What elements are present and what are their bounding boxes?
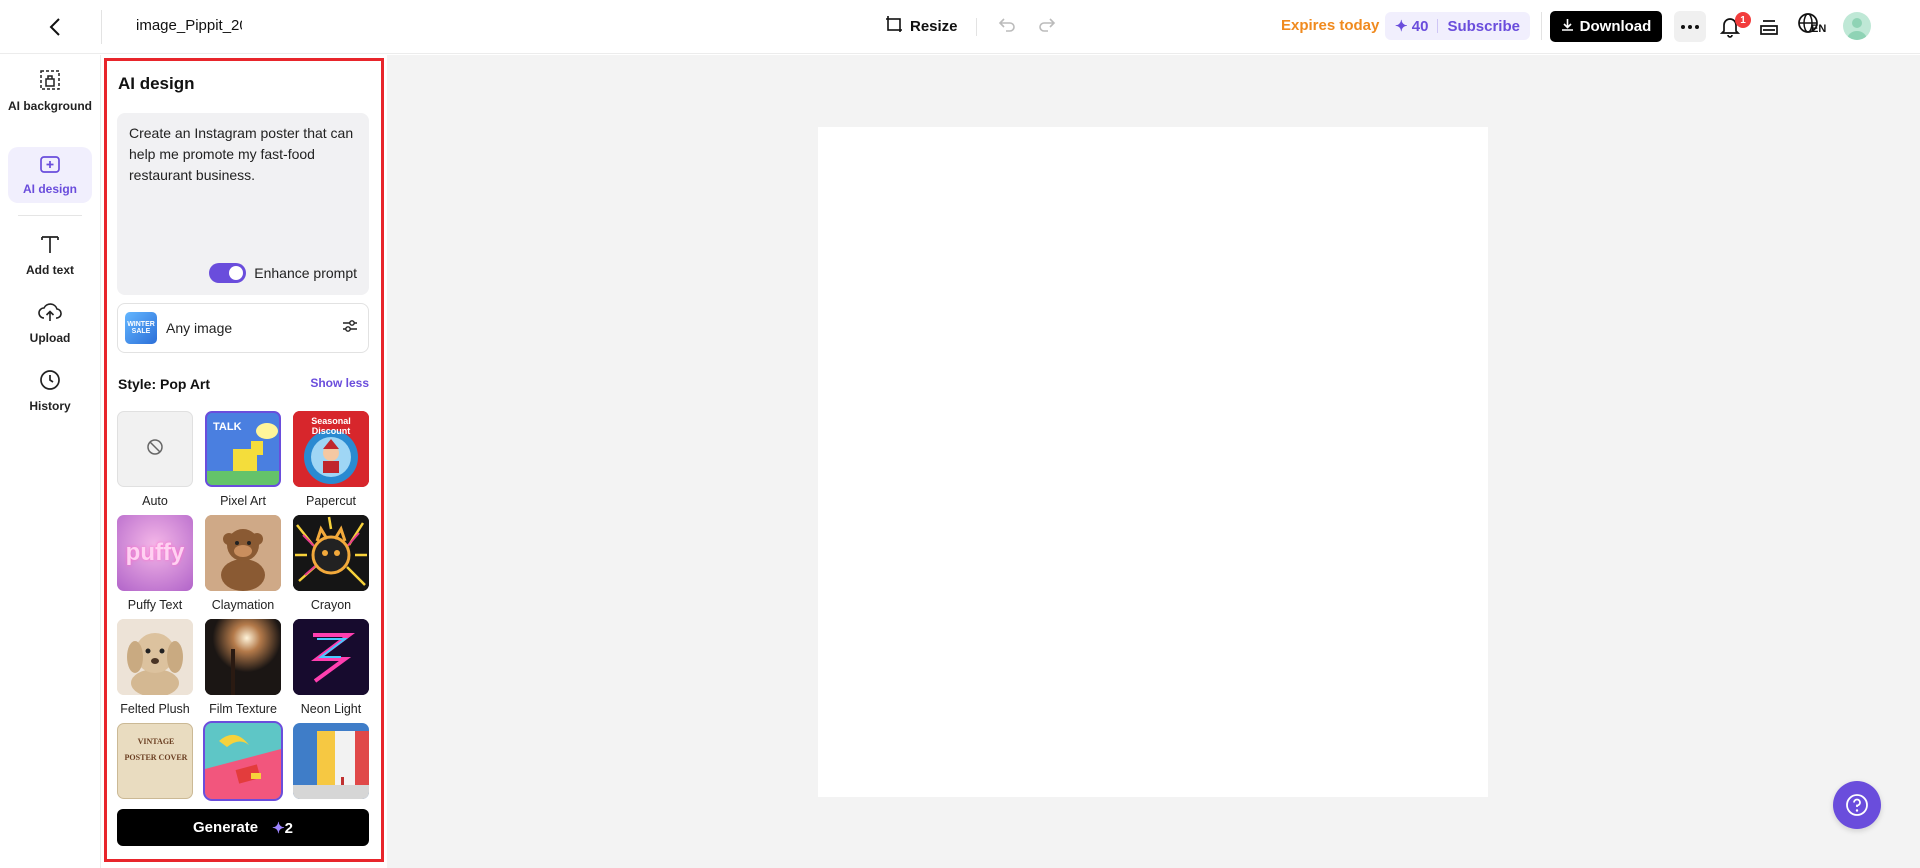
download-label: Download — [1579, 18, 1652, 35]
sparkle-icon: ✦ — [272, 819, 285, 837]
image-type-thumbnail: WINTER SALE — [125, 312, 157, 344]
rail-item-add-text[interactable]: Add text — [8, 233, 92, 281]
style-tile-neon-light[interactable]: Neon Light — [293, 619, 369, 716]
style-tile-claymation[interactable]: Claymation — [205, 515, 281, 612]
style-tile-puffy-text[interactable]: puffy Puffy Text — [117, 515, 193, 612]
image-type-label: Any image — [166, 320, 233, 336]
style-thumbnail: Seasonal Discount — [293, 411, 369, 487]
rail-item-upload[interactable]: Upload — [8, 301, 92, 349]
avatar[interactable] — [1843, 12, 1871, 40]
style-tile-vintage[interactable]: VINTAGE POSTER COVER — [117, 723, 193, 799]
enhance-prompt-row: Enhance prompt — [209, 263, 357, 283]
style-tile-crayon[interactable]: Crayon — [293, 515, 369, 612]
style-tile-film-texture[interactable]: Film Texture — [205, 619, 281, 716]
more-options-icon[interactable] — [1674, 11, 1706, 42]
rail-item-label: Add text — [26, 263, 74, 277]
credits-pill[interactable]: ✦ 40 Subscribe — [1385, 12, 1530, 40]
top-bar: image_Pippit_20 Resize Expires today ✦ 4… — [0, 0, 1920, 54]
resize-label: Resize — [910, 17, 958, 35]
style-thumbnail: TALK — [205, 411, 281, 487]
style-thumbnail — [293, 723, 369, 799]
divider — [1541, 12, 1542, 40]
left-rail: AI background AI design Add text Upload … — [0, 55, 101, 868]
style-caption: Film Texture — [209, 702, 277, 716]
layers-icon[interactable] — [1756, 14, 1782, 40]
back-arrow-icon[interactable] — [42, 14, 68, 40]
style-thumbnail — [205, 515, 281, 591]
prompt-input[interactable]: Create an Instagram poster that can help… — [117, 113, 369, 295]
rail-item-ai-design[interactable]: AI design — [8, 147, 92, 203]
text-icon — [39, 233, 61, 259]
download-icon — [1561, 18, 1574, 35]
style-tile-pop-art[interactable] — [203, 721, 283, 801]
enhance-prompt-toggle[interactable] — [209, 263, 247, 283]
ai-design-panel: AI design Create an Instagram poster tha… — [104, 58, 384, 862]
style-thumbnail: puffy — [117, 515, 193, 591]
style-tile-auto[interactable]: Auto — [117, 411, 193, 508]
history-icon — [39, 369, 61, 395]
rail-item-label: Upload — [29, 331, 71, 345]
style-thumbnail — [203, 721, 283, 801]
style-caption: Crayon — [310, 598, 352, 612]
design-canvas[interactable] — [818, 127, 1488, 797]
style-caption: Felted Plush — [120, 702, 190, 716]
style-thumbnail: VINTAGE POSTER COVER — [117, 723, 193, 799]
style-thumbnail — [293, 515, 369, 591]
expires-label[interactable]: Expires today — [1281, 17, 1379, 34]
rail-item-label: AI background — [8, 99, 93, 113]
enhance-prompt-label: Enhance prompt — [254, 265, 357, 281]
style-caption: Puffy Text — [127, 598, 183, 612]
subscribe-link[interactable]: Subscribe — [1447, 18, 1520, 35]
generate-button[interactable]: Generate ✦2 — [117, 809, 369, 846]
style-caption: Auto — [142, 494, 168, 508]
no-style-icon — [146, 438, 164, 461]
rail-item-ai-background[interactable]: AI background — [8, 69, 92, 129]
divider — [976, 18, 977, 36]
resize-icon — [885, 15, 903, 37]
rail-item-label: AI design — [22, 182, 77, 196]
rail-item-history[interactable]: History — [8, 369, 92, 417]
upload-icon — [38, 301, 62, 327]
generate-label: Generate — [193, 819, 259, 836]
undo-icon[interactable] — [996, 14, 1018, 36]
download-button[interactable]: Download — [1550, 11, 1662, 42]
style-caption: Neon Light — [300, 702, 362, 716]
rail-item-label: History — [29, 399, 71, 413]
prompt-text[interactable]: Create an Instagram poster that can help… — [129, 123, 361, 186]
divider — [18, 215, 82, 216]
style-tile-minimal[interactable] — [293, 723, 369, 799]
credits-count: ✦ 40 — [1395, 18, 1429, 35]
settings-sliders-icon[interactable] — [342, 319, 358, 338]
style-tile-felted-plush[interactable]: Felted Plush — [117, 619, 193, 716]
file-name[interactable]: image_Pippit_20 — [136, 17, 242, 34]
divider — [1437, 19, 1439, 33]
style-tile-pixel-art[interactable]: TALK Pixel Art — [205, 411, 281, 508]
style-thumbnail — [117, 411, 193, 487]
language-code: EN — [1811, 23, 1827, 35]
image-type-selector[interactable]: WINTER SALE Any image — [117, 303, 369, 353]
style-caption: Papercut — [305, 494, 357, 508]
style-label: Style: Pop Art — [118, 376, 211, 392]
divider — [101, 10, 102, 44]
help-icon[interactable] — [1833, 781, 1881, 829]
ai-background-icon — [39, 69, 61, 95]
style-tile-papercut[interactable]: Seasonal Discount Papercut — [293, 411, 369, 508]
ai-design-icon — [39, 154, 61, 178]
redo-icon[interactable] — [1036, 14, 1058, 36]
style-caption: Pixel Art — [220, 494, 266, 508]
style-thumbnail — [205, 619, 281, 695]
style-caption: Claymation — [211, 598, 275, 612]
style-thumbnail — [117, 619, 193, 695]
generate-cost: ✦2 — [272, 819, 293, 837]
show-less-link[interactable]: Show less — [310, 376, 369, 390]
notification-badge: 1 — [1735, 12, 1751, 28]
style-thumbnail — [293, 619, 369, 695]
resize-button[interactable]: Resize — [885, 12, 958, 40]
panel-title: AI design — [118, 74, 195, 93]
